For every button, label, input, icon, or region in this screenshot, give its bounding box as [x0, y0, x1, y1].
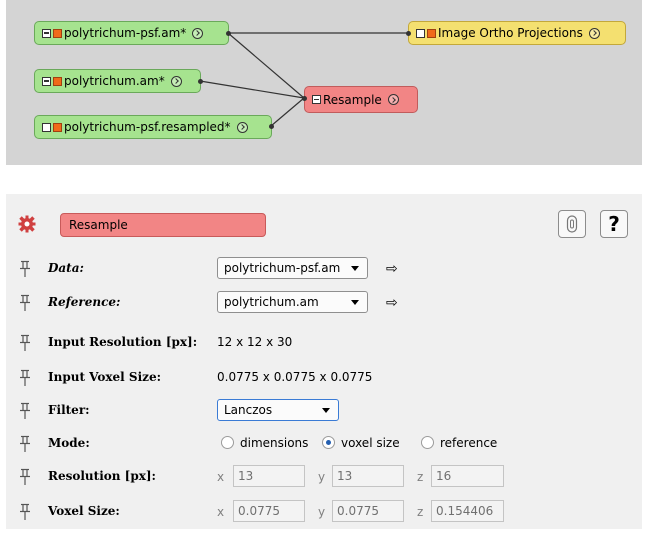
data-dropdown-value: polytrichum-psf.am [224, 261, 341, 275]
input-port[interactable] [302, 96, 307, 101]
chevron-down-icon [351, 266, 359, 271]
node-resample[interactable]: Resample [304, 86, 418, 113]
mode-reference-label: reference [440, 436, 498, 450]
resolution-z-field[interactable]: 16 [431, 465, 504, 487]
collapse-icon[interactable] [312, 95, 321, 104]
input-port[interactable] [406, 31, 411, 36]
input-voxel-size-value: 0.0775 x 0.0775 x 0.0775 [217, 370, 373, 384]
node-label: Image Ortho Projections [438, 26, 583, 40]
connect-arrow-icon[interactable]: ⇨ [386, 261, 398, 277]
output-port[interactable] [198, 79, 203, 84]
voxel-size-label: Voxel Size: [48, 504, 120, 518]
resolution-y-field[interactable]: 13 [332, 465, 404, 487]
collapse-icon[interactable] [42, 28, 51, 38]
z-axis-label: z [417, 470, 424, 484]
voxel-size-z-field[interactable]: 0.154406 [431, 500, 504, 522]
filter-label: Filter: [48, 403, 90, 417]
input-resolution-label: Input Resolution [px]: [48, 335, 198, 349]
pin-icon[interactable] [18, 468, 32, 486]
pin-icon[interactable] [18, 294, 32, 312]
pin-icon[interactable] [18, 503, 32, 521]
pin-icon[interactable] [18, 435, 32, 453]
filter-dropdown-value: Lanczos [224, 403, 273, 417]
pin-icon[interactable] [18, 260, 32, 278]
reference-label: Reference: [48, 295, 121, 309]
resolution-row: Resolution [px]: x 13 y 13 z 16 [6, 465, 642, 489]
node-polytrichum-psf[interactable]: polytrichum-psf.am* [34, 21, 229, 45]
reference-dropdown-value: polytrichum.am [224, 295, 319, 309]
connect-icon[interactable] [387, 94, 399, 105]
node-label: polytrichum.am* [64, 74, 165, 88]
help-button[interactable]: ? [600, 210, 628, 238]
pin-icon[interactable] [18, 369, 32, 387]
connect-icon[interactable] [588, 27, 600, 39]
filter-row: Filter: Lanczos [6, 399, 642, 423]
resolution-x-field[interactable]: 13 [233, 465, 305, 487]
visibility-toggle-icon[interactable] [427, 28, 436, 38]
visibility-toggle-icon[interactable] [53, 76, 62, 86]
node-label: polytrichum-psf.am* [64, 26, 187, 40]
visibility-toggle-icon[interactable] [53, 28, 62, 38]
mode-row: Mode: dimensions voxel size reference [6, 432, 642, 456]
visibility-toggle-icon[interactable] [53, 122, 62, 132]
collapse-icon[interactable] [42, 122, 51, 132]
output-port[interactable] [226, 31, 231, 36]
node-label: Resample [323, 92, 382, 107]
voxel-size-row: Voxel Size: x 0.0775 y 0.0775 z 0.154406 [6, 500, 642, 524]
data-label: Data: [48, 261, 84, 275]
mode-dimensions-label: dimensions [240, 436, 309, 450]
resolution-label: Resolution [px]: [48, 469, 156, 483]
lock-button[interactable] [558, 210, 586, 238]
connect-arrow-icon[interactable]: ⇨ [386, 295, 398, 311]
input-voxel-size-row: Input Voxel Size: 0.0775 x 0.0775 x 0.07… [6, 366, 642, 390]
filter-dropdown[interactable]: Lanczos [217, 399, 339, 421]
mode-reference-radio[interactable] [421, 436, 434, 449]
module-name-field[interactable]: Resample [60, 213, 266, 237]
node-label: polytrichum-psf.resampled* [64, 120, 231, 134]
data-dropdown[interactable]: polytrichum-psf.am [217, 257, 368, 279]
mode-dimensions-radio[interactable] [221, 436, 234, 449]
node-polytrichum-psf-resampled[interactable]: polytrichum-psf.resampled* [34, 115, 272, 139]
connect-icon[interactable] [192, 27, 204, 39]
port-data-row: Data: polytrichum-psf.am ⇨ [6, 257, 642, 281]
input-resolution-value: 12 x 12 x 30 [217, 335, 293, 349]
y-axis-label: y [318, 505, 326, 519]
z-axis-label: z [417, 505, 424, 519]
properties-panel: Resample ? Data: polytrichum-psf.am ⇨ Re… [6, 194, 642, 529]
mode-label: Mode: [48, 436, 90, 450]
port-reference-row: Reference: polytrichum.am ⇨ [6, 291, 642, 315]
chevron-down-icon [351, 300, 359, 305]
voxel-size-x-field[interactable]: 0.0775 [233, 500, 305, 522]
node-polytrichum[interactable]: polytrichum.am* [34, 69, 201, 93]
connect-icon[interactable] [236, 121, 248, 133]
lock-icon [566, 215, 578, 233]
output-port[interactable] [269, 124, 274, 129]
node-image-ortho-projections[interactable]: Image Ortho Projections [408, 21, 626, 45]
chevron-down-icon [322, 408, 330, 413]
connect-icon[interactable] [170, 75, 182, 87]
input-resolution-row: Input Resolution [px]: 12 x 12 x 30 [6, 331, 642, 355]
mode-voxel-size-label: voxel size [341, 436, 400, 450]
voxel-size-y-field[interactable]: 0.0775 [332, 500, 404, 522]
gear-icon [18, 215, 36, 233]
x-axis-label: x [217, 505, 225, 519]
pin-icon[interactable] [18, 402, 32, 420]
y-axis-label: y [318, 470, 326, 484]
collapse-icon[interactable] [416, 28, 425, 38]
collapse-icon[interactable] [42, 76, 51, 86]
pin-icon[interactable] [18, 334, 32, 352]
project-graph: polytrichum-psf.am* polytrichum.am* poly… [6, 0, 642, 165]
reference-dropdown[interactable]: polytrichum.am [217, 291, 368, 313]
mode-voxel-size-radio[interactable] [322, 436, 335, 449]
input-voxel-size-label: Input Voxel Size: [48, 370, 162, 384]
x-axis-label: x [217, 470, 225, 484]
